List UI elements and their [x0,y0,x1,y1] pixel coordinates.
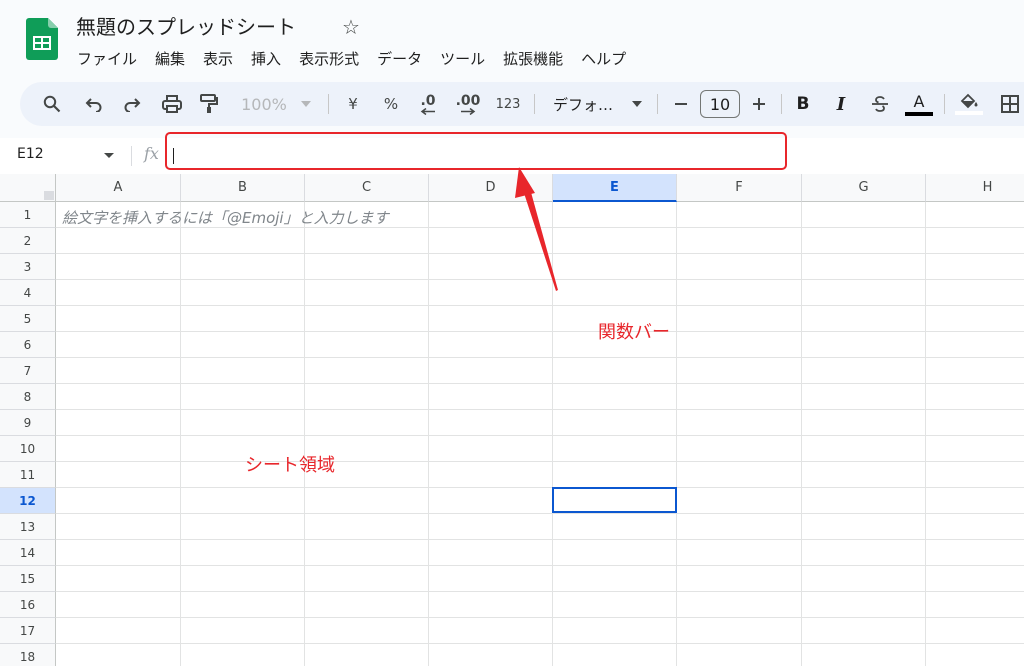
annotation-arrow [515,167,558,291]
sheet-area-label: シート領域 [245,455,335,476]
function-bar-label: 関数バー [598,322,670,343]
